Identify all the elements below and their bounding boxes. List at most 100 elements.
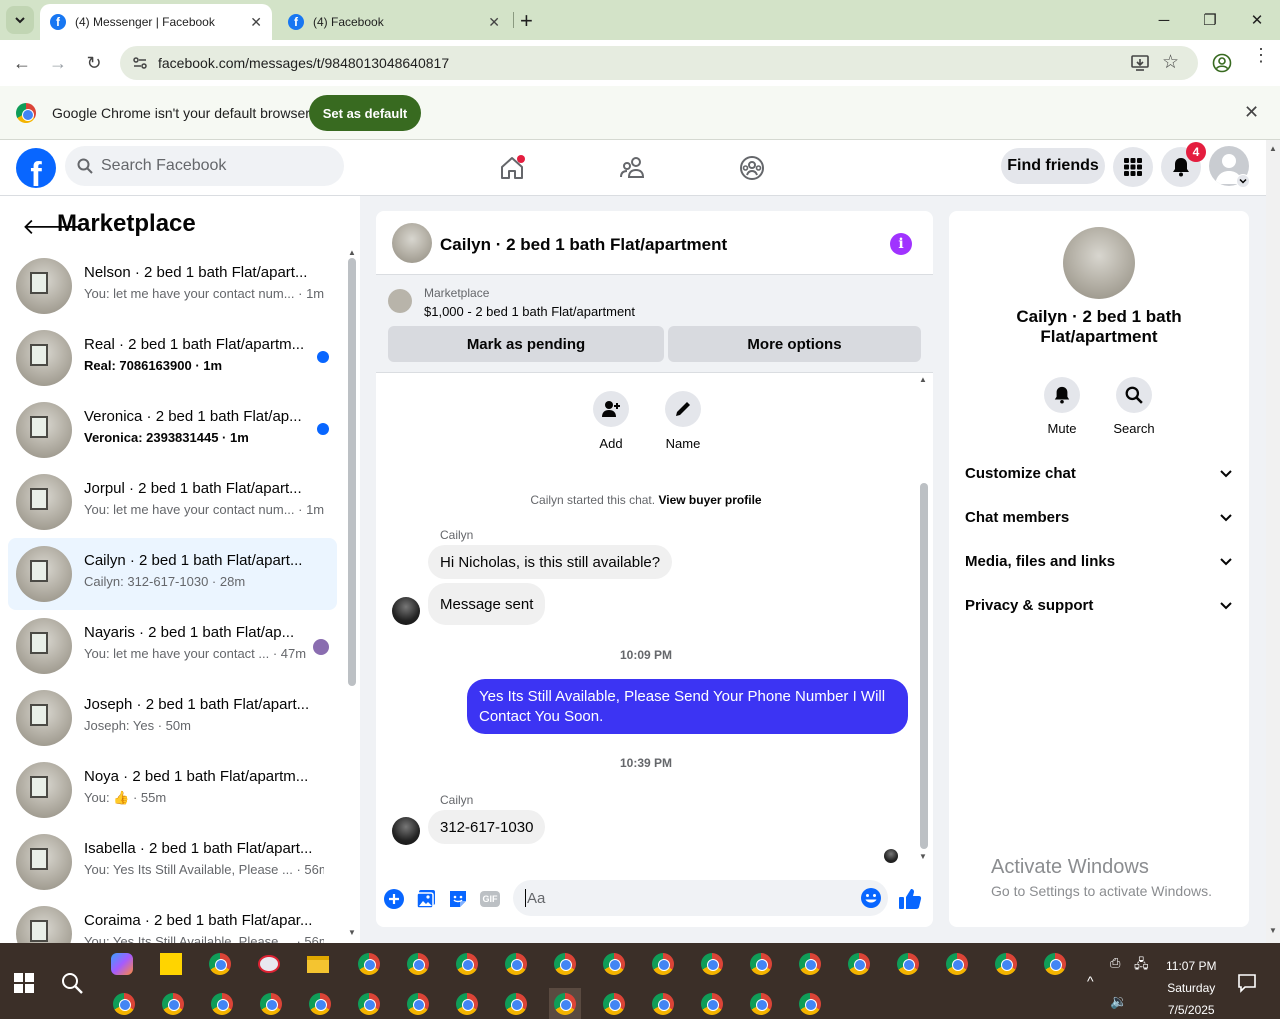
close-tab-icon[interactable]: ✕ xyxy=(488,14,500,31)
conversation-item[interactable]: Cailyn · 2 bed 1 bath Flat/apart... Caily… xyxy=(8,538,337,610)
page-scrollbar[interactable]: ▲ ▼ xyxy=(1266,140,1280,943)
copilot-icon[interactable] xyxy=(106,948,138,980)
chrome-profile-icon[interactable] xyxy=(794,988,826,1019)
chrome-profile-icon[interactable] xyxy=(941,948,973,980)
minimize-icon[interactable]: ─ xyxy=(1141,0,1187,40)
tab-facebook[interactable]: f (4) Facebook ✕ xyxy=(278,4,510,40)
sticky-notes-icon[interactable] xyxy=(155,948,187,980)
forward-arrow-icon[interactable]: → xyxy=(45,50,71,76)
photo-icon[interactable] xyxy=(414,887,438,911)
facebook-logo-icon[interactable]: f xyxy=(16,148,56,188)
media-files-links-section[interactable]: Media, files and links xyxy=(965,539,1233,583)
tab-messenger[interactable]: f (4) Messenger | Facebook ✕ xyxy=(40,4,272,40)
conversation-item[interactable]: Veronica · 2 bed 1 bath Flat/ap... Veroni… xyxy=(8,394,337,466)
menu-grid-icon[interactable] xyxy=(1113,147,1153,187)
chrome-profile-icon[interactable] xyxy=(990,948,1022,980)
chrome-profile-icon[interactable] xyxy=(157,988,189,1019)
conversation-item[interactable]: Coraima · 2 bed 1 bath Flat/apar... You: … xyxy=(8,898,337,943)
chrome-profile-icon[interactable] xyxy=(745,948,777,980)
close-tab-icon[interactable]: ✕ xyxy=(250,14,262,31)
scroll-up-icon[interactable]: ▲ xyxy=(919,375,927,384)
new-tab-icon[interactable]: + xyxy=(520,8,533,34)
name-chat-button[interactable]: Name xyxy=(663,391,703,451)
chat-members-section[interactable]: Chat members xyxy=(965,495,1233,539)
mark-as-pending-button[interactable]: Mark as pending xyxy=(388,326,664,362)
chat-scrollbar[interactable] xyxy=(920,483,928,849)
emoji-icon[interactable] xyxy=(860,887,882,909)
customize-chat-section[interactable]: Customize chat xyxy=(965,451,1233,495)
url-input[interactable]: facebook.com/messages/t/9848013048640817 xyxy=(120,46,1198,80)
add-person-button[interactable]: Add xyxy=(591,391,631,451)
chrome-profile-icon[interactable] xyxy=(794,948,826,980)
conversation-item[interactable]: Real · 2 bed 1 bath Flat/apartm... Real: … xyxy=(8,322,337,394)
like-thumbs-up-icon[interactable] xyxy=(898,887,922,911)
chrome-profile-icon[interactable] xyxy=(843,948,875,980)
taskbar-search-icon[interactable] xyxy=(60,971,84,995)
incoming-message[interactable]: 312-617-1030 xyxy=(428,810,546,844)
show-hidden-icons[interactable]: ^ xyxy=(1087,973,1094,989)
chrome-profile-icon[interactable] xyxy=(892,948,924,980)
restore-icon[interactable]: ❐ xyxy=(1187,0,1233,40)
tab-search-button[interactable] xyxy=(6,6,34,34)
chat-avatar[interactable] xyxy=(392,223,432,263)
gif-icon[interactable]: GIF xyxy=(478,887,502,911)
chrome-profile-icon[interactable] xyxy=(549,948,581,980)
view-buyer-profile-link[interactable]: View buyer profile xyxy=(658,493,761,507)
chrome-menu-icon[interactable]: ⋮ xyxy=(1252,46,1270,64)
privacy-support-section[interactable]: Privacy & support xyxy=(965,583,1233,627)
search-facebook-input[interactable]: Search Facebook xyxy=(65,146,344,186)
windows-start-icon[interactable] xyxy=(14,973,34,993)
chrome-profile-icon[interactable] xyxy=(598,988,630,1019)
chat-title[interactable]: Cailyn · 2 bed 1 bath Flat/apartment xyxy=(440,235,727,255)
incoming-message[interactable]: Message sent xyxy=(428,583,546,625)
chrome-profile-icon[interactable] xyxy=(696,948,728,980)
chrome-profile-icon[interactable] xyxy=(647,948,679,980)
conversation-list-scrollbar[interactable] xyxy=(348,258,356,686)
conversation-item[interactable]: Nayaris · 2 bed 1 bath Flat/ap... You: le… xyxy=(8,610,337,682)
back-arrow-icon[interactable]: ← xyxy=(9,50,35,76)
chrome-profile-icon[interactable] xyxy=(255,988,287,1019)
info-icon[interactable]: i xyxy=(890,233,912,255)
install-app-icon[interactable] xyxy=(1130,53,1150,73)
paint-icon[interactable] xyxy=(253,948,285,980)
system-clock[interactable]: 11:07 PM Saturday 7/5/2025 xyxy=(1166,955,1216,1019)
notifications-center-icon[interactable] xyxy=(1237,973,1257,993)
sender-avatar[interactable] xyxy=(392,817,420,845)
conversation-item[interactable]: Noya · 2 bed 1 bath Flat/apartm... You: 👍… xyxy=(8,754,337,826)
message-input[interactable]: Aa xyxy=(513,880,888,916)
find-friends-button[interactable]: Find friends xyxy=(1001,148,1105,184)
chrome-profile-icon[interactable] xyxy=(108,988,140,1019)
mute-button[interactable]: Mute xyxy=(1032,377,1092,436)
scroll-up-icon[interactable]: ▲ xyxy=(348,248,356,257)
profile-icon[interactable] xyxy=(1212,53,1232,73)
more-options-button[interactable]: More options xyxy=(668,326,921,362)
chrome-profile-icon[interactable] xyxy=(353,948,385,980)
friends-icon[interactable] xyxy=(612,148,652,188)
outgoing-message[interactable]: Yes Its Still Available, Please Send You… xyxy=(467,679,908,734)
bookmark-star-icon[interactable]: ☆ xyxy=(1162,51,1179,74)
contact-avatar[interactable] xyxy=(1063,227,1135,299)
close-window-icon[interactable]: ✕ xyxy=(1234,0,1280,40)
chrome-profile-icon[interactable] xyxy=(353,988,385,1019)
listing-title[interactable]: $1,000 - 2 bed 1 bath Flat/apartment xyxy=(424,304,635,319)
conversation-item[interactable]: Isabella · 2 bed 1 bath Flat/apart... You… xyxy=(8,826,337,898)
set-default-button[interactable]: Set as default xyxy=(309,95,421,131)
listing-thumbnail[interactable] xyxy=(388,289,412,313)
meet-now-icon[interactable]: ⎙ xyxy=(1110,955,1120,971)
chrome-profile-icon[interactable] xyxy=(745,988,777,1019)
chrome-profile-icon[interactable] xyxy=(206,988,238,1019)
volume-icon[interactable]: 🔉 xyxy=(1110,993,1127,1010)
conversation-item[interactable]: Joseph · 2 bed 1 bath Flat/apart... Josep… xyxy=(8,682,337,754)
conversation-item[interactable]: Jorpul · 2 bed 1 bath Flat/apart... You: … xyxy=(8,466,337,538)
chrome-profile-icon[interactable] xyxy=(500,948,532,980)
scroll-down-icon[interactable]: ▼ xyxy=(348,928,356,937)
groups-icon[interactable] xyxy=(732,148,772,188)
chrome-profile-icon[interactable] xyxy=(304,988,336,1019)
chrome-profile-icon[interactable] xyxy=(647,988,679,1019)
close-infobar-icon[interactable]: ✕ xyxy=(1244,102,1259,123)
incoming-message[interactable]: Hi Nicholas, is this still available? xyxy=(428,545,673,579)
home-icon[interactable] xyxy=(492,148,532,188)
scroll-down-icon[interactable]: ▼ xyxy=(919,852,927,861)
chrome-profile-icon[interactable] xyxy=(402,948,434,980)
network-icon[interactable]: 🖧 xyxy=(1134,955,1149,977)
